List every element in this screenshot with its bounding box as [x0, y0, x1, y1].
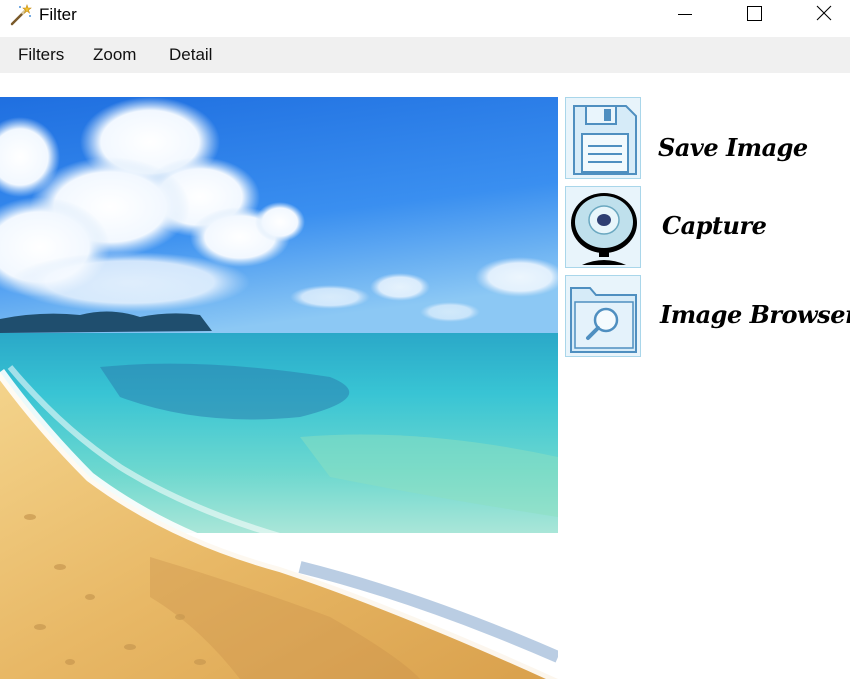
capture-button[interactable] [565, 186, 641, 268]
image-browser-label: Image Browser [660, 300, 850, 329]
window-title: Filter [39, 5, 77, 24]
floppy-disk-icon [573, 105, 637, 175]
minimize-button[interactable] [662, 0, 708, 30]
magic-wand-icon [8, 3, 32, 27]
minimize-icon [678, 14, 692, 15]
menu-detail[interactable]: Detail [169, 45, 212, 65]
maximize-button[interactable] [731, 0, 777, 30]
folder-search-icon [570, 287, 637, 353]
capture-label: Capture [662, 211, 767, 240]
menu-filters[interactable]: Filters [18, 45, 64, 65]
save-image-label: Save Image [658, 133, 808, 162]
close-button[interactable] [801, 0, 847, 30]
menu-zoom[interactable]: Zoom [93, 45, 136, 65]
app-window: Filter Filters Zoom Detail Save Image Ca… [0, 0, 850, 679]
save-image-button[interactable] [565, 97, 641, 179]
image-browser-button[interactable] [565, 275, 641, 357]
title-bar: Filter [0, 0, 850, 30]
close-icon [816, 5, 832, 21]
maximize-icon [747, 6, 762, 21]
beach-photo [0, 97, 558, 679]
menu-bar: Filters Zoom Detail [0, 37, 850, 73]
webcam-icon [571, 193, 637, 265]
